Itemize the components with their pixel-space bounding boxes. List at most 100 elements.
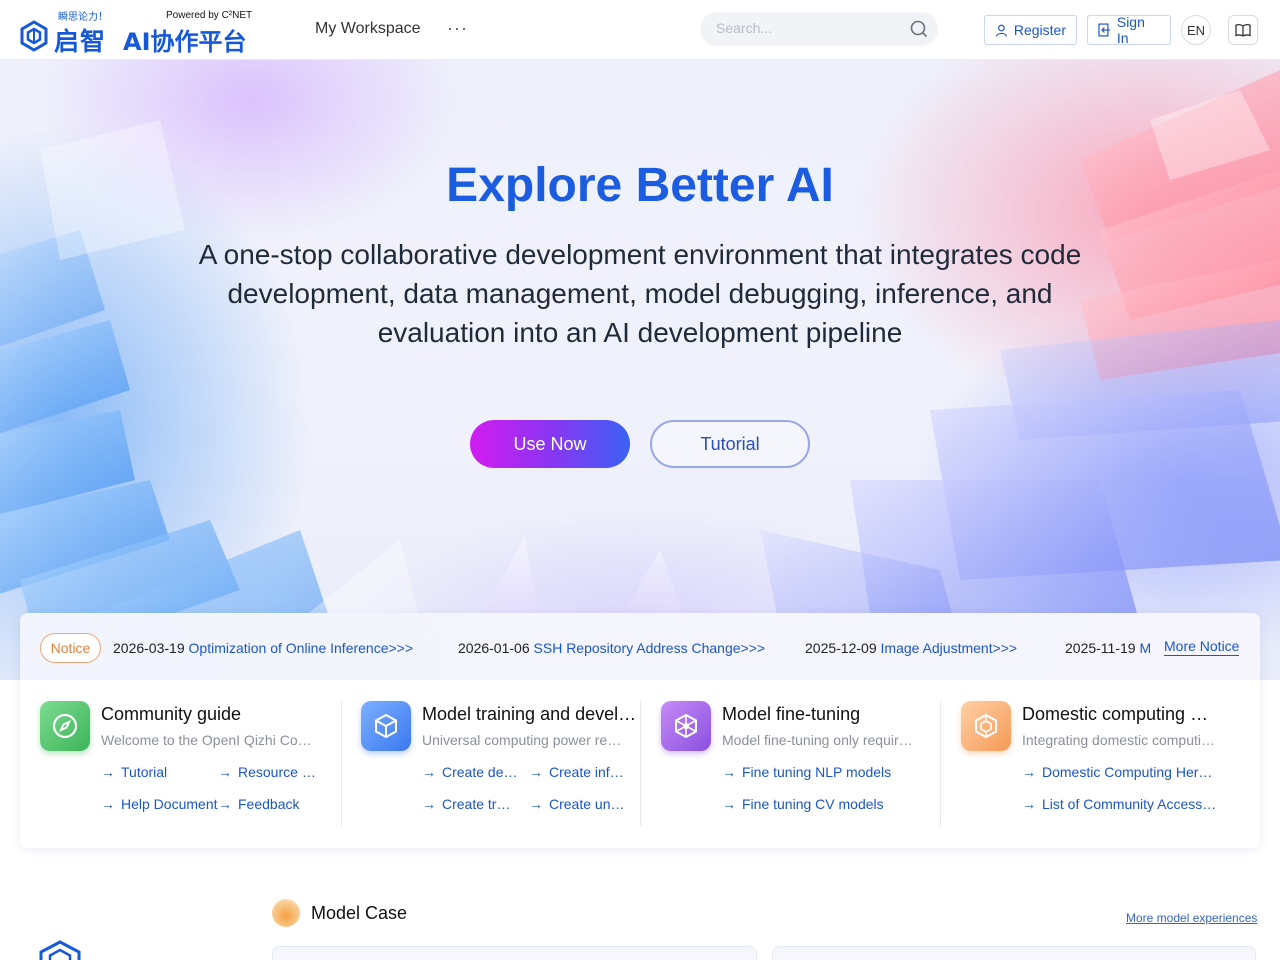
cube-icon: [361, 701, 411, 751]
notice-ticker: 2026-03-19 Optimization of Online Infere…: [113, 640, 1150, 660]
logo-ai-platform-name: AI协作平台: [123, 28, 247, 56]
link-label: Help Document: [121, 796, 218, 812]
link-create-training-task[interactable]: → Create training task: [422, 796, 518, 812]
nav-my-workspace[interactable]: My Workspace: [315, 20, 421, 38]
more-model-experiences-link[interactable]: More model experiences: [1126, 911, 1257, 925]
hero-subtitle: A one-stop collaborative development env…: [198, 239, 1082, 348]
logo-cn-name: 启智: [54, 27, 107, 56]
link-feedback[interactable]: → Feedback: [218, 796, 321, 812]
notice-title: Image Adjustment>>>: [880, 640, 1018, 656]
arrow-right-icon: →: [101, 764, 115, 780]
card-divider: [640, 701, 641, 826]
link-label: Create inference task: [549, 764, 625, 780]
powered-by-label: Powered by C²NET: [166, 10, 253, 21]
notice-item[interactable]: 2025-11-19 M: [1065, 640, 1150, 656]
notice-date: 2026-03-19: [113, 640, 185, 656]
link-fine-tuning-cv[interactable]: → Fine tuning CV models: [722, 796, 922, 812]
sign-in-label: Sign In: [1116, 14, 1145, 46]
card-title: Model fine-tuning: [722, 704, 861, 724]
model-case-card[interactable]: [272, 946, 757, 960]
card-divider: [341, 701, 342, 826]
hero-banner: Explore Better AI A one-stop collaborati…: [0, 60, 1280, 680]
link-create-universal-task[interactable]: → Create universal task: [529, 796, 625, 812]
card-model-training: Model training and development Universal…: [361, 701, 641, 826]
arrow-right-icon: →: [422, 764, 436, 780]
link-fine-tuning-nlp[interactable]: → Fine tuning NLP models: [722, 764, 922, 780]
card-description: Model fine-tuning only requires a few st…: [722, 732, 917, 748]
card-domestic-computing: Domestic computing power Integrating dom…: [961, 701, 1241, 826]
user-icon: [995, 24, 1007, 37]
arrow-right-icon: →: [1022, 796, 1036, 812]
use-now-button[interactable]: Use Now: [470, 420, 630, 468]
logo-slogan: 瞬思论力！: [58, 12, 108, 23]
link-label: Create debug task: [442, 764, 518, 780]
link-label: Resource Notice: [238, 764, 321, 780]
side-logo-icon: [39, 940, 81, 960]
link-tutorial[interactable]: → Tutorial: [101, 764, 211, 780]
card-model-fine-tuning: Model fine-tuning Model fine-tuning only…: [661, 701, 941, 826]
card-description: Welcome to the OpenI Qizhi Community: [101, 732, 316, 748]
search-box: [700, 12, 938, 46]
notice-date: 2025-11-19: [1065, 640, 1136, 656]
card-title: Domestic computing power: [1022, 704, 1217, 724]
link-label: Domestic Computing Hero List: [1042, 764, 1220, 780]
top-navbar: 瞬思论力！ 启智 Powered by C²NET AI协作平台 My Work…: [0, 0, 1280, 60]
chip-icon: [961, 701, 1011, 751]
search-input[interactable]: [716, 20, 896, 36]
notice-tag: Notice: [40, 633, 101, 663]
tutorial-button[interactable]: Tutorial: [650, 420, 810, 468]
link-create-debug-task[interactable]: → Create debug task: [422, 764, 518, 780]
compass-icon: [40, 701, 90, 751]
register-button[interactable]: Register: [984, 15, 1077, 45]
arrow-right-icon: →: [422, 796, 436, 812]
card-divider: [940, 701, 941, 826]
arrow-right-icon: →: [218, 796, 232, 812]
notice-date: 2026-01-06: [458, 640, 530, 656]
hero-title: Explore Better AI: [446, 159, 834, 212]
card-title: Community guide: [101, 704, 242, 724]
card-description: Integrating domestic computing power res…: [1022, 732, 1217, 748]
notice-title: Optimization of Online Inference>>>: [188, 640, 414, 656]
link-community-access-computing[interactable]: → List of Community Access Computing: [1022, 796, 1220, 812]
link-create-inference-task[interactable]: → Create inference task: [529, 764, 625, 780]
network-icon: [661, 701, 711, 751]
register-label: Register: [1013, 22, 1066, 38]
arrow-right-icon: →: [722, 764, 736, 780]
notice-title: SSH Repository Address Change>>>: [533, 640, 766, 656]
search-icon[interactable]: [910, 20, 928, 38]
model-case-card[interactable]: [772, 946, 1256, 960]
hero-decoration-image: [0, 70, 1280, 680]
nav-more-menu[interactable]: ···: [447, 18, 468, 39]
card-community-guide: Community guide Welcome to the OpenI Qiz…: [40, 701, 340, 826]
link-label: Fine tuning NLP models: [742, 764, 892, 780]
arrow-right-icon: →: [101, 796, 115, 812]
language-switch[interactable]: EN: [1181, 15, 1211, 45]
link-label: Create universal task: [549, 796, 625, 812]
sign-in-button[interactable]: Sign In: [1087, 14, 1171, 46]
link-label: Tutorial: [121, 764, 168, 780]
arrow-right-icon: →: [1022, 764, 1036, 780]
link-label: Create training task: [442, 796, 518, 812]
notice-date: 2025-12-09: [805, 640, 877, 656]
card-description: Universal computing power resources: [422, 732, 622, 748]
model-case-title: Model Case: [311, 903, 408, 923]
link-computing-hero-list[interactable]: → Domestic Computing Hero List: [1022, 764, 1220, 780]
notice-bar: Notice 2026-03-19 Optimization of Online…: [20, 613, 1260, 680]
link-label: Feedback: [238, 796, 300, 812]
book-icon: [1235, 24, 1251, 37]
site-logo[interactable]: 瞬思论力！ 启智 Powered by C²NET AI协作平台: [18, 8, 268, 56]
notice-title: M: [1139, 640, 1150, 656]
link-label: List of Community Access Computing: [1042, 796, 1220, 812]
link-help-document[interactable]: → Help Document: [101, 796, 221, 812]
more-notice-link[interactable]: More Notice: [1164, 638, 1240, 656]
logo-mark-icon: [20, 20, 48, 52]
notice-item[interactable]: 2026-03-19 Optimization of Online Infere…: [113, 640, 413, 656]
arrow-right-icon: →: [529, 764, 543, 780]
arrow-right-icon: →: [722, 796, 736, 812]
card-title: Model training and development: [422, 704, 637, 724]
login-icon: [1098, 23, 1110, 37]
docs-button[interactable]: [1228, 15, 1258, 45]
notice-item[interactable]: 2026-01-06 SSH Repository Address Change…: [458, 640, 765, 656]
link-resource-notice[interactable]: → Resource Notice: [218, 764, 321, 780]
notice-item[interactable]: 2025-12-09 Image Adjustment>>>: [805, 640, 1017, 656]
